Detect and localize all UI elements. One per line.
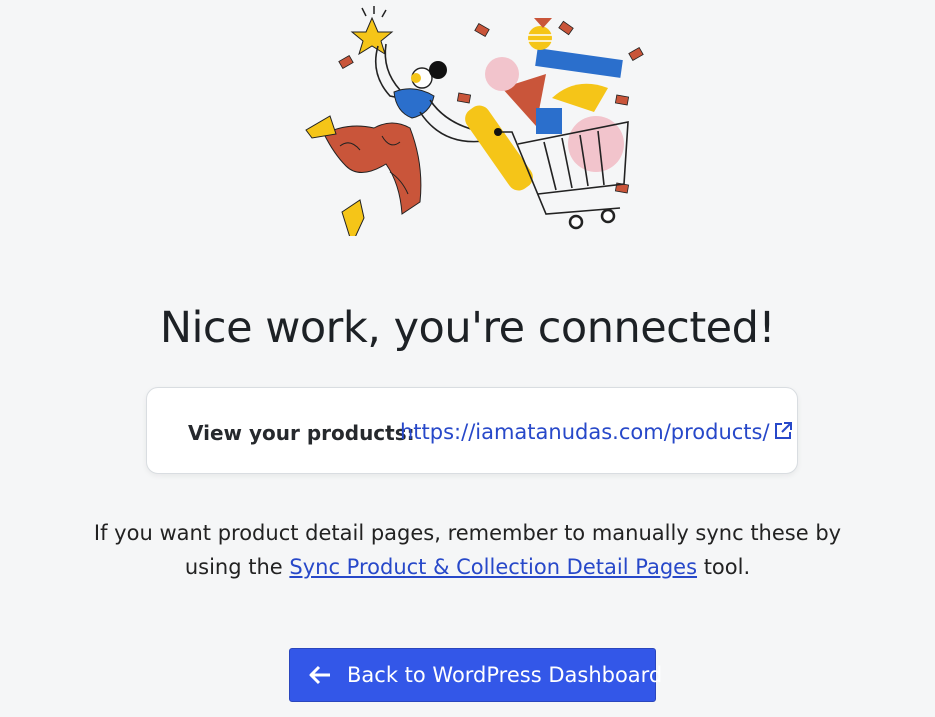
sync-note: If you want product detail pages, rememb… [0,516,935,584]
products-url-text: https://iamatanudas.com/products/ [400,420,770,444]
sync-tool-link[interactable]: Sync Product & Collection Detail Pages [289,555,697,579]
products-url-link[interactable]: https://iamatanudas.com/products/ [400,420,793,444]
products-label: View your products: [188,421,415,445]
connection-success-page: Nice work, you're connected! View your p… [0,0,935,717]
sync-note-prefix: using the [184,555,283,579]
external-link-icon [774,422,792,439]
shopping-cart-illustration [305,6,644,236]
back-button-label: Back to WordPress Dashboard [347,663,663,687]
sync-note-line2: using the Sync Product & Collection Deta… [0,550,935,584]
arrow-left-icon [309,665,330,685]
sync-note-suffix: tool. [703,555,751,579]
back-to-dashboard-button[interactable]: Back to WordPress Dashboard [289,648,662,702]
products-card: View your products: https://iamatanudas.… [146,387,798,474]
sync-note-line1: If you want product detail pages, rememb… [93,521,842,545]
page-title: Nice work, you're connected! [159,303,776,353]
